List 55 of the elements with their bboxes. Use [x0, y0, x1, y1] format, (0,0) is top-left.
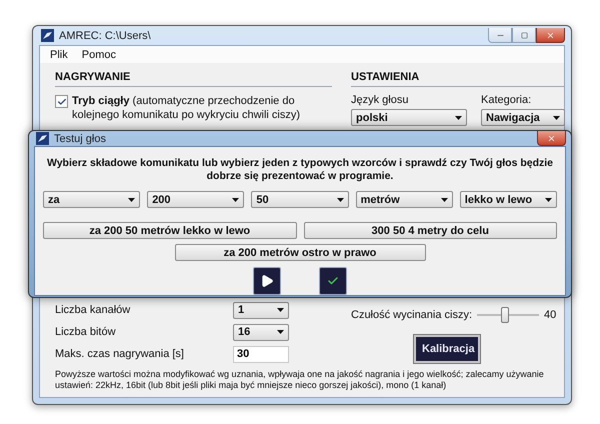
play-button[interactable]	[253, 267, 281, 295]
caret-icon	[544, 198, 552, 202]
preset-button[interactable]: za 200 50 metrów lekko w lewo	[43, 222, 296, 239]
window-title: AMREC: C:\Users\	[59, 30, 151, 42]
app-logo-icon	[41, 29, 54, 42]
menu-item[interactable]: Plik	[50, 48, 68, 60]
phrase-dropdown[interactable]: metrów	[356, 191, 453, 208]
calibrate-button[interactable]: Kalibracja	[414, 335, 480, 363]
field-label: Liczba kanałów	[55, 304, 132, 316]
field-label: Kategoria:	[481, 94, 532, 106]
close-button[interactable]	[536, 28, 565, 43]
section-heading: USTAWIENIA	[351, 71, 565, 87]
app-logo-icon	[36, 132, 49, 145]
checkmark-icon	[56, 96, 66, 106]
caret-icon	[553, 116, 560, 120]
slider-label: Czułość wycinania ciszy:	[351, 309, 472, 321]
field-label: Język głosu	[351, 94, 410, 106]
maximize-button[interactable]	[512, 28, 536, 43]
phrase-dropdown[interactable]: za	[43, 191, 140, 208]
caret-icon	[277, 308, 284, 312]
checkbox-label: Tryb ciągły (automatyczne przechodzenie do kolejnego komunikatu po wykryciu chwili ciszy)	[72, 94, 302, 122]
close-button[interactable]	[537, 131, 566, 146]
caret-icon	[277, 330, 284, 334]
info-text: Powyższe wartości można modyfikować wg uznania, wpływaja one na jakość nagrania i jego wielkość; zalecamy używanie ustawień: 22kHz, 16bit (lub 8bit jeśli pliki maja być mniejsze nieco gorszej jakości), mono (1 kanał)	[55, 369, 545, 391]
caret-icon	[440, 198, 448, 202]
section-heading: NAGRYWANIE	[55, 71, 332, 87]
value-dropdown[interactable]: 16	[233, 324, 289, 340]
caret-icon	[455, 116, 462, 120]
slider-track[interactable]	[477, 307, 540, 323]
input-field[interactable]: 30	[233, 346, 289, 362]
value-dropdown[interactable]: 1	[233, 302, 289, 318]
language-dropdown[interactable]: polski	[351, 109, 467, 126]
dialog-title: Testuj głos	[54, 132, 106, 144]
instruction-text: Wybierz składowe komunikatu lub wybierz jeden z typowych wzorców i sprawdź czy Twój głos będzie dobrze się prezentować w programie.	[46, 157, 554, 183]
close-icon	[547, 134, 556, 142]
confirm-button[interactable]	[319, 267, 347, 295]
field-label: Liczba bitów	[55, 326, 117, 338]
preset-button[interactable]: za 200 metrów ostro w prawo	[174, 244, 426, 261]
phrase-dropdown[interactable]: 200	[147, 191, 244, 208]
category-dropdown[interactable]: Nawigacja	[481, 109, 565, 126]
checkbox[interactable]	[55, 95, 68, 108]
caret-icon	[336, 198, 344, 202]
close-icon	[546, 30, 555, 40]
phrase-dropdown[interactable]: 50	[251, 191, 349, 208]
caret-icon	[232, 198, 240, 202]
menu-item[interactable]: Pomoc	[82, 48, 116, 60]
slider-value: 40	[544, 309, 556, 321]
preset-button[interactable]: 300 50 4 metry do celu	[304, 222, 557, 239]
checkmark-icon	[327, 275, 339, 287]
phrase-dropdown[interactable]: lekko w lewo	[460, 191, 557, 208]
play-icon	[260, 274, 274, 288]
field-label: Maks. czas nagrywania [s]	[55, 348, 185, 360]
caret-icon	[128, 198, 136, 202]
slider-thumb[interactable]	[500, 307, 509, 323]
maximize-icon	[520, 32, 528, 38]
